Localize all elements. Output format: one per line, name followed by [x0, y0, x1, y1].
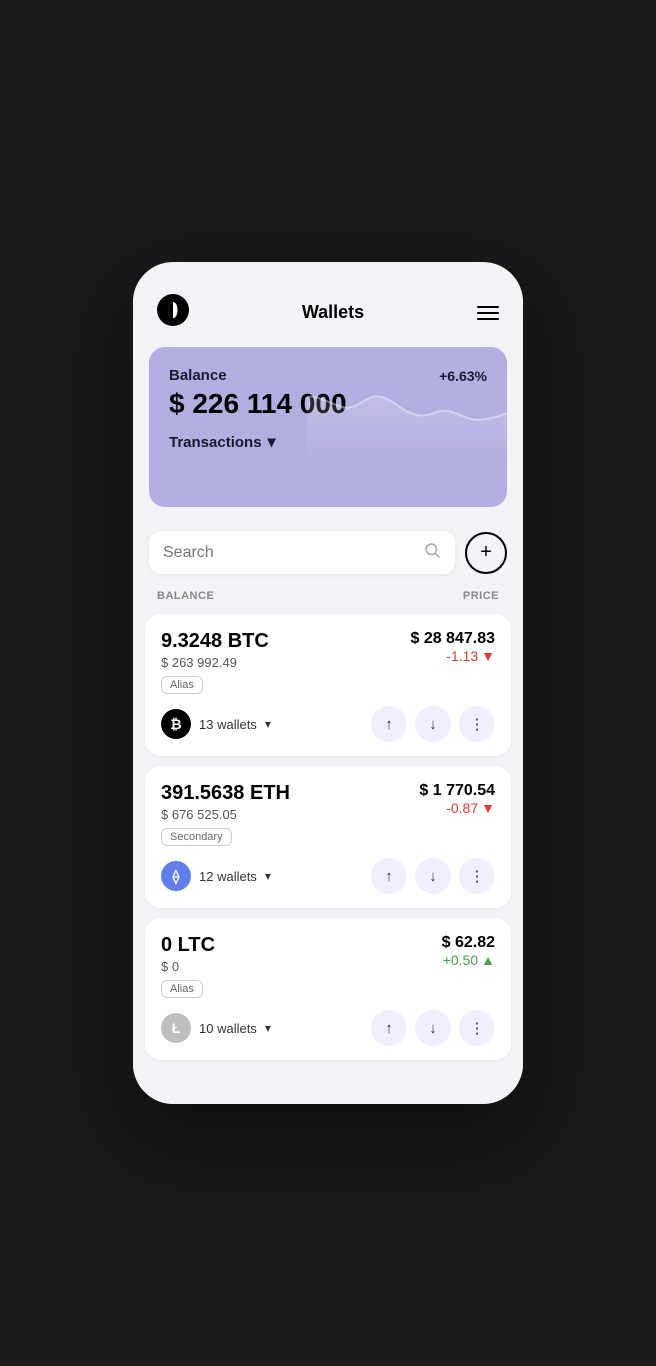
asset-card-btc: 9.3248 BTC $ 263 992.49 Alias $ 28 847.8… — [145, 614, 511, 756]
wallet-info-ltc: Ł 10 wallets ▾ — [161, 1013, 271, 1043]
wallet-chevron-ltc[interactable]: ▾ — [265, 1021, 271, 1035]
asset-name-btc: 9.3248 BTC — [161, 630, 269, 653]
send-icon-ltc: ↑ — [385, 1020, 393, 1037]
more-icon-eth: ⋮ — [470, 867, 485, 885]
action-buttons-ltc: ↑ ↓ ⋮ — [371, 1010, 495, 1046]
send-icon: ↑ — [385, 716, 393, 733]
asset-usd-btc: $ 263 992.49 — [161, 655, 269, 670]
balance-col-header: BALANCE — [157, 590, 214, 602]
balance-card: Balance +6.63% $ 226 114 000 Transaction… — [149, 347, 507, 507]
asset-alias-ltc: Alias — [161, 980, 203, 998]
wallet-count-eth: 12 wallets — [199, 869, 257, 884]
page-title: Wallets — [302, 302, 364, 323]
wallet-chevron-btc[interactable]: ▾ — [265, 717, 271, 731]
wallet-count-btc: 13 wallets — [199, 717, 257, 732]
send-button-eth[interactable]: ↑ — [371, 858, 407, 894]
menu-button[interactable] — [477, 306, 499, 320]
down-triangle-icon: ▼ — [481, 648, 495, 664]
receive-button-eth[interactable]: ↓ — [415, 858, 451, 894]
balance-label: Balance — [169, 367, 227, 384]
asset-usd-ltc: $ 0 — [161, 959, 215, 974]
transactions-button[interactable]: Transactions ▾ — [169, 432, 276, 452]
price-col-header: PRICE — [463, 590, 499, 602]
search-bar[interactable] — [149, 531, 455, 574]
asset-usd-eth: $ 676 525.05 — [161, 807, 290, 822]
asset-change-ltc: +0.50 ▲ — [442, 952, 495, 968]
send-button-ltc[interactable]: ↑ — [371, 1010, 407, 1046]
wallet-chevron-eth[interactable]: ▾ — [265, 869, 271, 883]
receive-icon: ↓ — [429, 716, 437, 733]
more-icon-ltc: ⋮ — [470, 1019, 485, 1037]
receive-icon-ltc: ↓ — [429, 1020, 437, 1037]
chevron-down-icon: ▾ — [268, 432, 276, 452]
action-buttons-eth: ↑ ↓ ⋮ — [371, 858, 495, 894]
asset-alias-btc: Alias — [161, 676, 203, 694]
btc-icon: ₿ — [161, 709, 191, 739]
receive-button-ltc[interactable]: ↓ — [415, 1010, 451, 1046]
search-input[interactable] — [163, 544, 415, 562]
more-button-btc[interactable]: ⋮ — [459, 706, 495, 742]
send-icon-eth: ↑ — [385, 868, 393, 885]
send-button-btc[interactable]: ↑ — [371, 706, 407, 742]
asset-price-btc: $ 28 847.83 — [410, 630, 495, 648]
more-button-ltc[interactable]: ⋮ — [459, 1010, 495, 1046]
phone-container: Wallets Balance +6.63% $ 226 114 000 — [133, 262, 523, 1104]
search-icon — [423, 541, 441, 564]
add-icon: + — [480, 541, 492, 564]
asset-price-ltc: $ 62.82 — [442, 934, 495, 952]
asset-change-btc: -1.13 ▼ — [410, 648, 495, 664]
search-section: + — [133, 523, 523, 586]
receive-icon-eth: ↓ — [429, 868, 437, 885]
asset-change-eth: -0.87 ▼ — [419, 800, 495, 816]
asset-alias-eth: Secondary — [161, 828, 232, 846]
ltc-icon: Ł — [161, 1013, 191, 1043]
asset-card-ltc: 0 LTC $ 0 Alias $ 62.82 +0.50 ▲ Ł 10 wal… — [145, 918, 511, 1060]
more-icon: ⋮ — [470, 715, 485, 733]
column-headers: BALANCE PRICE — [133, 586, 523, 610]
wallet-count-ltc: 10 wallets — [199, 1021, 257, 1036]
receive-button-btc[interactable]: ↓ — [415, 706, 451, 742]
logo-icon — [157, 294, 189, 331]
action-buttons-btc: ↑ ↓ ⋮ — [371, 706, 495, 742]
asset-card-eth: 391.5638 ETH $ 676 525.05 Secondary $ 1 … — [145, 766, 511, 908]
wallet-info-btc: ₿ 13 wallets ▾ — [161, 709, 271, 739]
asset-name-ltc: 0 LTC — [161, 934, 215, 957]
eth-icon: ⟠ — [161, 861, 191, 891]
asset-name-eth: 391.5638 ETH — [161, 782, 290, 805]
more-button-eth[interactable]: ⋮ — [459, 858, 495, 894]
add-wallet-button[interactable]: + — [465, 532, 507, 574]
transactions-label: Transactions — [169, 434, 262, 451]
balance-chart — [307, 377, 507, 457]
assets-list: 9.3248 BTC $ 263 992.49 Alias $ 28 847.8… — [133, 610, 523, 1072]
down-triangle-icon-eth: ▼ — [481, 800, 495, 816]
header: Wallets — [133, 286, 523, 347]
wallet-info-eth: ⟠ 12 wallets ▾ — [161, 861, 271, 891]
asset-price-eth: $ 1 770.54 — [419, 782, 495, 800]
up-triangle-icon-ltc: ▲ — [481, 952, 495, 968]
